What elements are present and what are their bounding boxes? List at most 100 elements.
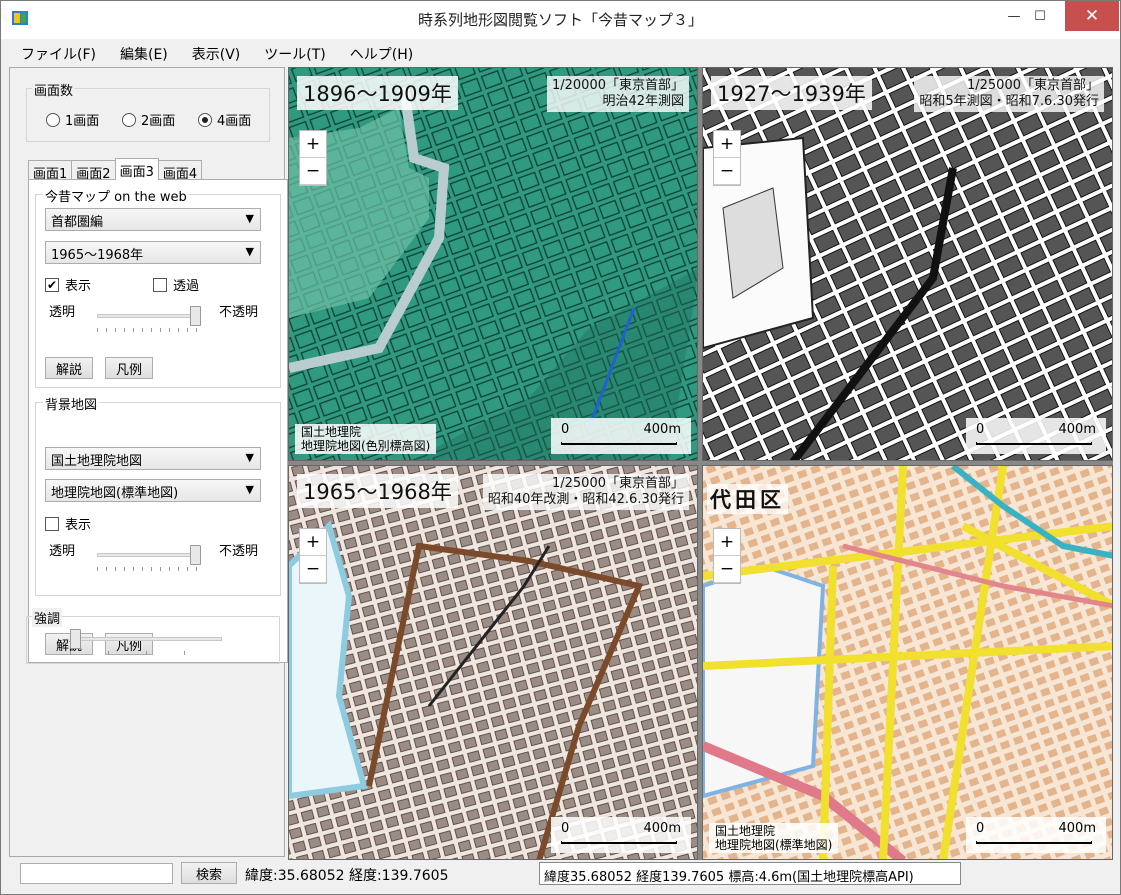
elevation-readout: 緯度35.68052 経度139.7605 標高:4.6m(国土地理院標高API… — [539, 862, 961, 885]
zoom-in-button[interactable]: + — [714, 131, 740, 158]
screen-tabs: 画面1 画面2 画面3 画面4 — [28, 158, 203, 182]
radio-label: 1画面 — [65, 114, 100, 129]
map-panel-2[interactable]: 1927～1939年 1/25000「東京首部」 昭和5年測図・昭和7.6.30発… — [702, 67, 1113, 461]
background-map-legend: 背景地図 — [43, 394, 100, 413]
background-opacity-slider[interactable] — [97, 545, 201, 571]
scale-max: 400m — [643, 821, 681, 836]
map-4-zoom: + − — [713, 528, 741, 584]
zoom-out-button[interactable]: − — [714, 158, 740, 185]
menu-bar: ファイル(F) 編集(E) 表示(V) ツール(T) ヘルプ(H) — [9, 41, 1113, 65]
close-button[interactable]: ✕ — [1065, 1, 1119, 31]
screen-count-legend: 画面数 — [32, 80, 76, 99]
map-panel-4[interactable]: 代田区 + − 国土地理院 地理院地図(標準地図) 0 400m — [702, 465, 1113, 860]
radio-2-screens[interactable]: 2画面 — [122, 110, 175, 129]
menu-help[interactable]: ヘルプ(H) — [338, 41, 425, 65]
zoom-out-button[interactable]: − — [300, 556, 326, 583]
scale-bar — [976, 442, 1092, 445]
map-1-attribution: 国土地理院 地理院地図(色別標高図) — [295, 424, 437, 454]
slider-ticks — [97, 328, 201, 332]
konjaku-explain-button[interactable]: 解説 — [45, 357, 93, 379]
control-panel: 画面数 1画面 2画面 4画面 画面1 画面2 画面3 画面4 今昔マップ on… — [9, 67, 288, 857]
tab-screen-3[interactable]: 画面3 — [114, 158, 159, 180]
map-3-tiles — [289, 466, 697, 859]
map-1-period: 1896～1909年 — [297, 76, 458, 110]
radio-4-screens[interactable]: 4画面 — [198, 110, 251, 129]
menu-view[interactable]: 表示(V) — [180, 41, 253, 65]
emphasis-slider[interactable] — [70, 629, 222, 655]
menu-tools[interactable]: ツール(T) — [252, 41, 337, 65]
map-2-zoom: + − — [713, 130, 741, 186]
status-bar: 検索 緯度:35.68052 経度:139.7605 緯度35.68052 経度… — [1, 860, 1120, 894]
slider-ticks — [97, 567, 201, 571]
maximize-button[interactable]: ☐ — [1017, 1, 1063, 31]
map-2-tiles — [703, 68, 1112, 460]
window-title: 時系列地形図閲覧ソフト「今昔マップ３」 — [417, 11, 703, 29]
radio-circle — [122, 112, 136, 127]
transparent-checkbox[interactable]: 透過 — [153, 275, 199, 294]
provider-select[interactable]: 国土地理院地図 ▼ — [45, 447, 261, 470]
konjaku-show-checkbox[interactable]: ✔ 表示 — [45, 275, 91, 294]
checkbox-label: 表示 — [65, 279, 92, 294]
zoom-out-button[interactable]: − — [300, 158, 326, 185]
zoom-out-button[interactable]: − — [714, 556, 740, 583]
map-2-period: 1927～1939年 — [711, 76, 872, 110]
map-1-info: 1/20000「東京首部」 明治42年測図 — [546, 76, 689, 112]
konjaku-opacity-slider[interactable] — [97, 306, 201, 332]
bg-opacity-max-label: 不透明 — [219, 544, 259, 559]
radio-1-screen[interactable]: 1画面 — [46, 110, 99, 129]
menu-edit[interactable]: 編集(E) — [108, 41, 180, 65]
bg-opacity-min-label: 透明 — [49, 544, 76, 559]
attrib-line: 地理院地図(標準地図) — [715, 838, 833, 852]
opacity-min-label: 透明 — [49, 305, 76, 320]
slider-track — [97, 553, 201, 557]
period-select[interactable]: 1965～1968年 ▼ — [45, 241, 261, 264]
tab-screen-1[interactable]: 画面1 — [28, 160, 73, 182]
map-1-scale: 0 400m — [551, 418, 691, 454]
menu-file[interactable]: ファイル(F) — [9, 41, 108, 65]
scale-min: 0 — [976, 821, 985, 836]
map-1-tiles — [289, 68, 697, 460]
map-type-select[interactable]: 地理院地図(標準地図) ▼ — [45, 479, 261, 502]
map-info-line: 明治42年測図 — [602, 94, 684, 109]
scale-bar — [561, 841, 677, 844]
scale-max: 400m — [1058, 422, 1096, 437]
radio-circle — [46, 112, 60, 127]
region-value: 首都圏編 — [51, 215, 104, 230]
slider-thumb[interactable] — [190, 545, 201, 565]
tab-screen-4[interactable]: 画面4 — [157, 160, 203, 182]
background-show-checkbox[interactable]: 表示 — [45, 514, 91, 533]
app-window: 時系列地形図閲覧ソフト「今昔マップ３」 — ☐ ✕ ファイル(F) 編集(E) … — [0, 0, 1121, 895]
scale-bar — [561, 442, 677, 445]
map-2-scale: 0 400m — [966, 418, 1106, 454]
map-panel-1[interactable]: 1896～1909年 1/20000「東京首部」 明治42年測図 + − 国土地理院… — [288, 67, 698, 461]
map-grid: 1896～1909年 1/20000「東京首部」 明治42年測図 + − 国土地理院… — [288, 67, 1113, 860]
scale-max: 400m — [1058, 821, 1096, 836]
scale-bar — [976, 841, 1092, 844]
provider-value: 国土地理院地図 — [51, 454, 143, 469]
chevron-down-icon: ▼ — [245, 212, 254, 225]
region-select[interactable]: 首都圏編 ▼ — [45, 208, 261, 231]
check-icon: ✔ — [45, 277, 59, 292]
slider-thumb[interactable] — [190, 306, 201, 326]
coordinates-readout: 緯度:35.68052 経度:139.7605 — [245, 868, 449, 884]
map-3-info: 1/25000「東京首部」 昭和40年改測・昭和42.6.30発行 — [482, 474, 689, 510]
checkbox-label: 透過 — [173, 279, 200, 294]
radio-label: 4画面 — [217, 114, 252, 129]
search-button[interactable]: 検索 — [181, 862, 237, 884]
tab-screen-2[interactable]: 画面2 — [71, 160, 116, 182]
chevron-down-icon: ▼ — [245, 451, 254, 464]
konjaku-legend-button[interactable]: 凡例 — [105, 357, 153, 379]
scale-max: 400m — [643, 422, 681, 437]
map-4-district: 代田区 — [707, 484, 788, 514]
slider-thumb[interactable] — [70, 629, 81, 649]
radio-circle — [198, 112, 212, 127]
map-4-attribution: 国土地理院 地理院地図(標準地図) — [709, 823, 839, 853]
attrib-line: 地理院地図(色別標高図) — [301, 439, 431, 453]
tab-panel: 今昔マップ on the web 首都圏編 ▼ 1965～1968年 ▼ ✔ 表示 透… — [28, 179, 288, 663]
zoom-in-button[interactable]: + — [300, 131, 326, 158]
zoom-in-button[interactable]: + — [300, 529, 326, 556]
zoom-in-button[interactable]: + — [714, 529, 740, 556]
search-input[interactable] — [20, 863, 173, 884]
title-bar: 時系列地形図閲覧ソフト「今昔マップ３」 — ☐ ✕ — [1, 1, 1120, 39]
map-panel-3[interactable]: 1965～1968年 1/25000「東京首部」 昭和40年改測・昭和42.6.3… — [288, 465, 698, 860]
